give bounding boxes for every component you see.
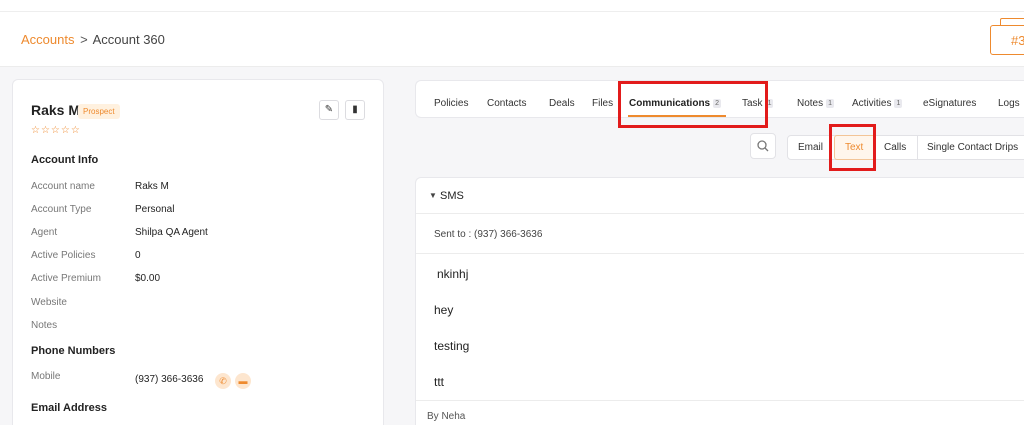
field-value: 0	[135, 250, 141, 261]
breadcrumb-accounts-link[interactable]: Accounts	[21, 32, 74, 47]
tab-label: Contacts	[487, 98, 527, 109]
tab-contacts[interactable]: Contacts	[487, 98, 526, 109]
message-text: testing	[434, 339, 470, 353]
field-label: Account Type	[31, 204, 92, 215]
field-label: Active Policies	[31, 250, 96, 261]
field-label: Agent	[31, 227, 58, 238]
sms-card: ▼ SMS Sent to : (937) 366-3636 nkinhj he…	[415, 177, 1024, 425]
field-value: $0.00	[135, 273, 161, 284]
search-button[interactable]	[750, 133, 776, 159]
tab-activities[interactable]: Activities 1	[852, 98, 903, 109]
phone-label: Mobile	[31, 371, 61, 382]
sent-to-row: Sent to : (937) 366-3636	[416, 214, 1024, 254]
field-label: Active Premium	[31, 273, 102, 284]
highlight-box-text	[829, 124, 876, 171]
tab-policies[interactable]: Policies	[434, 98, 468, 109]
sms-title: SMS	[440, 190, 464, 202]
message-text: hey	[434, 303, 454, 317]
tab-label: Activities	[852, 98, 892, 109]
author-text: By Neha	[427, 411, 466, 422]
tab-files[interactable]: Files	[592, 98, 613, 109]
tab-label: Policies	[434, 98, 469, 109]
field-label: Account name	[31, 181, 95, 192]
tab-label: eSignatures	[923, 98, 977, 109]
breadcrumb-separator: >	[80, 32, 88, 47]
top-strip	[0, 0, 1024, 12]
communication-subtabs: Email Text Calls Single Contact Drips	[787, 135, 1024, 160]
breadcrumb-current: Account 360	[92, 32, 165, 47]
tab-label: Files	[592, 98, 614, 109]
search-icon	[757, 140, 769, 152]
phone-numbers-heading: Phone Numbers	[31, 345, 116, 357]
tab-count: 1	[826, 99, 835, 108]
account-card: Raks M Prospect ☆☆☆☆☆ ✎ ▮ Account Info A…	[12, 79, 384, 425]
header-badge[interactable]: #3	[990, 25, 1024, 55]
page-header: Accounts > Account 360 #3	[0, 12, 1024, 67]
tab-notes[interactable]: Notes 1	[797, 98, 835, 109]
tab-esignatures[interactable]: eSignatures	[923, 98, 976, 109]
caret-down-icon: ▼	[429, 191, 437, 200]
call-icon[interactable]: ✆	[215, 373, 231, 389]
author-row: By Neha	[416, 400, 1024, 425]
account-name: Raks M	[31, 102, 81, 118]
account-info-heading: Account Info	[31, 154, 99, 166]
tab-logs[interactable]: Logs	[998, 98, 1020, 109]
tab-label: Deals	[549, 98, 575, 109]
message-icon[interactable]: ▬	[235, 373, 251, 389]
message-text: nkinhj	[437, 267, 469, 281]
highlight-box-communications	[618, 81, 768, 128]
status-badge: Prospect	[78, 104, 120, 119]
pencil-icon: ✎	[324, 104, 334, 115]
tab-label: Logs	[998, 98, 1020, 109]
tab-deals[interactable]: Deals	[549, 98, 575, 109]
subtab-calls[interactable]: Calls	[884, 142, 906, 153]
delete-button[interactable]: ▮	[345, 100, 365, 120]
field-label: Notes	[31, 320, 58, 331]
subtab-single-contact-drips[interactable]: Single Contact Drips	[927, 142, 1018, 153]
tab-label: Notes	[797, 98, 824, 109]
message-text: ttt	[434, 375, 445, 389]
phone-value: (937) 366-3636	[135, 374, 204, 385]
subtab-divider	[917, 136, 918, 159]
sms-header[interactable]: ▼ SMS	[416, 178, 1024, 214]
field-label: Website	[31, 297, 67, 308]
field-value: Personal	[135, 204, 175, 215]
field-value: Raks M	[135, 181, 169, 192]
email-address-heading: Email Address	[31, 402, 108, 414]
sent-to-text: Sent to : (937) 366-3636	[434, 229, 543, 240]
breadcrumb: Accounts > Account 360	[21, 32, 165, 47]
tab-count: 1	[894, 99, 903, 108]
subtab-email[interactable]: Email	[798, 142, 823, 153]
field-value: Shilpa QA Agent	[135, 227, 208, 238]
trash-icon: ▮	[352, 104, 358, 115]
rating-stars[interactable]: ☆☆☆☆☆	[31, 125, 81, 136]
edit-button[interactable]: ✎	[319, 100, 339, 120]
